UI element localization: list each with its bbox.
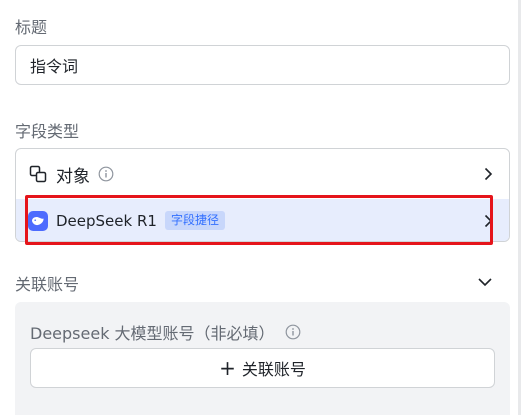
field-type-deepseek-option[interactable]: DeepSeek R1 字段捷径 xyxy=(16,199,509,241)
field-type-deepseek-label: DeepSeek R1 xyxy=(56,211,157,230)
field-type-object-option[interactable]: 对象 xyxy=(16,149,509,199)
info-icon[interactable] xyxy=(285,324,301,340)
plus-icon: + xyxy=(219,356,236,380)
account-panel: Deepseek 大模型账号（非必填） + 关联账号 xyxy=(15,302,510,415)
field-type-object-label: 对象 xyxy=(56,166,90,187)
linked-account-label: 关联账号 xyxy=(15,275,80,294)
link-account-button[interactable]: + 关联账号 xyxy=(30,348,495,388)
object-copy-icon xyxy=(28,164,48,184)
field-type-selector: 对象 DeepSeek R1 字段捷径 xyxy=(15,148,510,242)
title-label: 标题 xyxy=(15,18,48,37)
title-input-value: 指令词 xyxy=(30,57,79,76)
field-type-label: 字段类型 xyxy=(15,122,80,141)
link-account-button-label: 关联账号 xyxy=(241,360,306,379)
account-panel-title: Deepseek 大模型账号（非必填） xyxy=(30,320,301,344)
chevron-down-icon[interactable] xyxy=(476,273,494,291)
account-panel-title-text: Deepseek 大模型账号（非必填） xyxy=(30,324,275,343)
chevron-right-icon xyxy=(481,214,495,228)
info-icon[interactable] xyxy=(98,166,114,182)
deepseek-whale-icon xyxy=(28,210,48,231)
chevron-right-icon xyxy=(481,167,495,181)
field-shortcut-badge: 字段捷径 xyxy=(164,211,225,230)
title-input[interactable]: 指令词 xyxy=(15,45,510,85)
